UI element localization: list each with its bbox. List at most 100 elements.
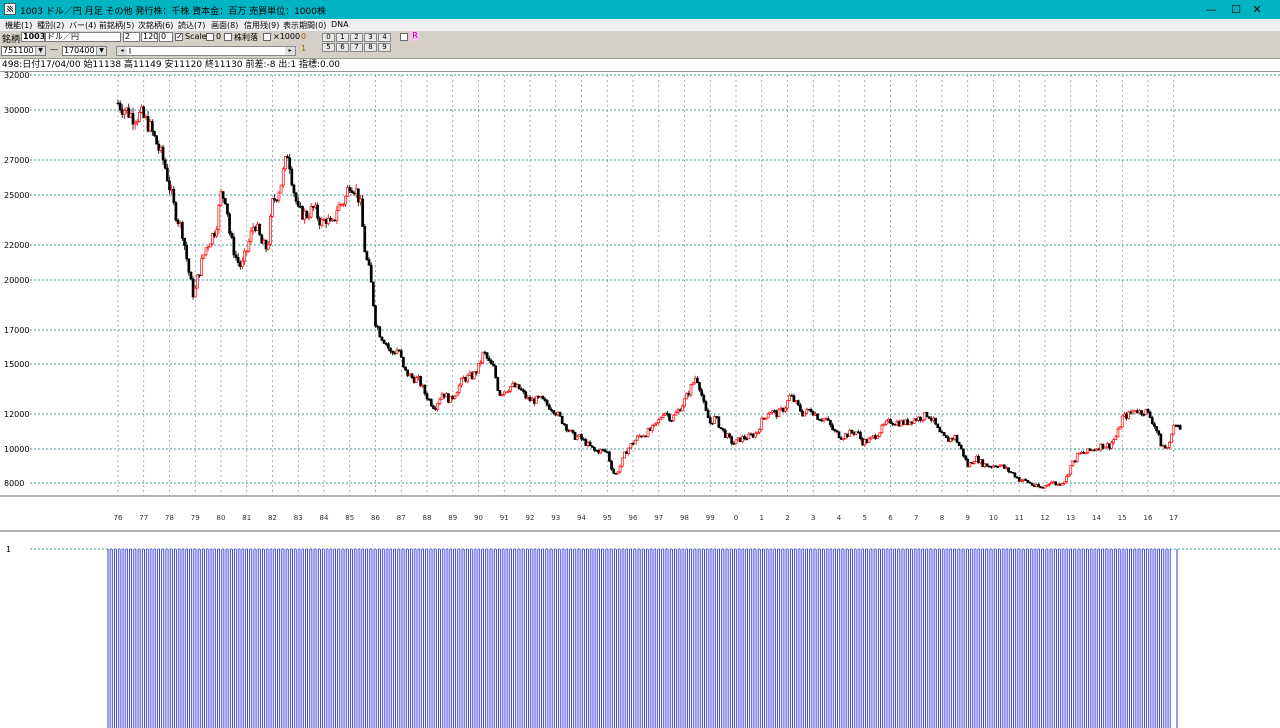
candle-body — [1020, 480, 1023, 482]
candle-body — [243, 250, 246, 262]
candle-body — [854, 431, 858, 435]
candle-body — [168, 180, 171, 191]
candle-body — [846, 433, 849, 437]
candle-body — [835, 430, 839, 433]
candle-body — [974, 455, 978, 462]
y-axis-label: 8000 — [4, 479, 24, 488]
candle-body — [618, 465, 622, 473]
code-input[interactable]: 1003 — [21, 32, 45, 42]
candle-body — [133, 122, 137, 125]
end-date-select[interactable]: 170400 ▼ — [62, 46, 107, 56]
r-badge[interactable]: R — [410, 31, 420, 41]
candle-body — [567, 429, 570, 432]
menu-screen[interactable]: 画面(8) — [211, 20, 238, 31]
price-ratio-checkbox[interactable] — [224, 33, 232, 41]
candle-body — [372, 281, 375, 307]
candle-body — [457, 384, 461, 393]
candle-body — [899, 420, 903, 427]
candle-body — [788, 395, 791, 401]
candle-body — [831, 424, 834, 431]
scroll-left-icon[interactable]: ◂ — [117, 47, 127, 55]
candle-body — [824, 418, 828, 420]
x-axis-label: 94 — [577, 514, 586, 522]
menu-next-stock[interactable]: 次銘柄(6) — [138, 20, 173, 31]
num-button-0[interactable]: 0 — [322, 33, 335, 42]
candle-body — [301, 206, 304, 220]
y-axis-label: 12000 — [4, 410, 29, 419]
candle-body — [715, 416, 719, 418]
candle-body — [678, 409, 682, 412]
candle-body — [951, 437, 955, 440]
candle-body — [756, 431, 759, 434]
name-input[interactable]: ドル／円 — [45, 32, 121, 42]
num-button-1[interactable]: 1 — [336, 33, 349, 42]
chevron-down-icon[interactable]: ▼ — [35, 47, 45, 55]
param1-input[interactable]: 2 — [123, 32, 140, 42]
menu-bar-type[interactable]: バー(4) — [69, 20, 96, 31]
candle-body — [397, 349, 401, 352]
candle-body — [940, 431, 944, 434]
candle-body — [902, 420, 905, 425]
candle-body — [142, 106, 146, 118]
zero-checkbox[interactable] — [206, 33, 214, 41]
candle-body — [286, 156, 289, 159]
menu-margin[interactable]: 信用残(9) — [244, 20, 279, 31]
menu-dna[interactable]: DNA — [331, 20, 349, 29]
num-button-2[interactable]: 2 — [350, 33, 363, 42]
candle-body — [380, 336, 384, 341]
close-button[interactable]: ✕ — [1234, 0, 1280, 19]
menu-load[interactable]: 読込(7) — [178, 20, 205, 31]
candle-body — [402, 356, 405, 368]
chevron-down-icon[interactable]: ▼ — [96, 47, 106, 55]
scale-checkbox[interactable]: ✓ — [175, 33, 183, 41]
candle-body — [653, 423, 656, 426]
num-button-7[interactable]: 7 — [350, 43, 363, 52]
candle-body — [253, 226, 257, 231]
candle-body — [953, 435, 957, 440]
candle-body — [850, 429, 854, 434]
price-chart[interactable]: 32000 30000 27000 25000 22000 20000 17000 15000… — [0, 71, 1280, 728]
scroll-right-icon[interactable]: ▸ — [285, 47, 295, 55]
candle-body — [116, 102, 120, 105]
candle-body — [749, 433, 753, 436]
candle-body — [799, 404, 802, 412]
candle-body — [1101, 443, 1105, 449]
num-button-3[interactable]: 3 — [364, 33, 377, 42]
period-scrollbar[interactable]: ◂ ▸ — [116, 46, 296, 56]
candle-body — [981, 459, 985, 467]
candle-body — [176, 219, 180, 224]
candle-body — [444, 393, 448, 398]
candle-body — [466, 374, 470, 382]
menu-function[interactable]: 機能(1) — [5, 20, 32, 31]
candle-body — [625, 451, 628, 454]
num-button-4[interactable]: 4 — [378, 33, 391, 42]
num-button-5[interactable]: 5 — [322, 43, 335, 52]
num-button-9[interactable]: 9 — [378, 43, 391, 52]
menu-display-period[interactable]: 表示期間(0) — [283, 20, 326, 31]
r-checkbox[interactable] — [400, 33, 408, 41]
x-axis-label: 87 — [397, 514, 406, 522]
menu-type[interactable]: 種別(2) — [37, 20, 64, 31]
candle-body — [524, 391, 528, 399]
candle-body — [816, 413, 819, 420]
candle-body — [513, 382, 517, 388]
candle-body — [771, 410, 774, 413]
param2-input[interactable]: 1200 — [141, 32, 158, 42]
candle-body — [468, 372, 472, 376]
candle-body — [732, 443, 736, 445]
num-button-6[interactable]: 6 — [336, 43, 349, 52]
menu-prev-stock[interactable]: 前銘柄(5) — [99, 20, 134, 31]
param3-input[interactable]: 0 — [159, 32, 173, 42]
candle-body — [1086, 448, 1090, 454]
x1000-checkbox[interactable] — [263, 33, 271, 41]
candle-body — [472, 371, 476, 380]
candle-body — [927, 416, 931, 419]
scroll-thumb[interactable] — [129, 48, 131, 54]
candle-body — [863, 439, 867, 446]
start-date-select[interactable]: 751100 ▼ — [1, 46, 46, 56]
candle-body — [805, 408, 809, 414]
candle-body — [1093, 449, 1096, 452]
candle-body — [1090, 449, 1094, 452]
num-button-8[interactable]: 8 — [364, 43, 377, 52]
candle-body — [556, 411, 560, 416]
